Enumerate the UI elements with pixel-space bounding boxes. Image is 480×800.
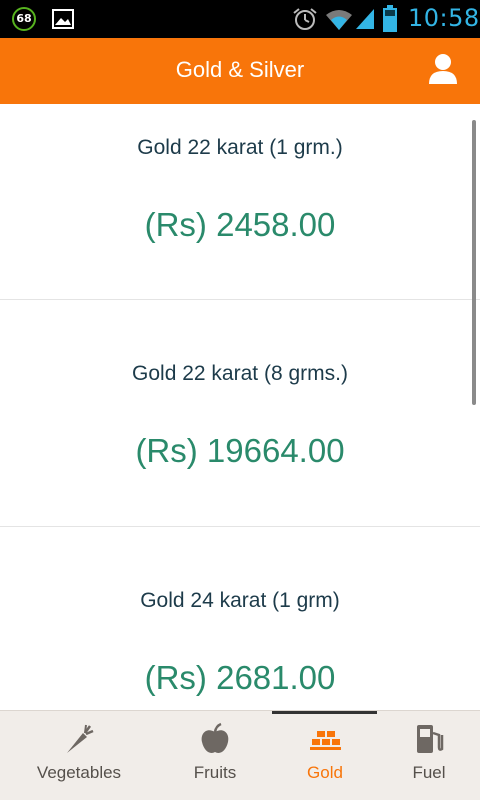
battery-level-text: 68 — [16, 12, 32, 25]
wifi-icon — [326, 10, 352, 30]
fuel-pump-icon — [417, 725, 444, 753]
price-card[interactable]: Gold 24 karat (1 grm) (Rs) 2681.00 — [0, 527, 480, 710]
battery-level-badge-icon: 68 — [12, 7, 36, 31]
app-bar: Gold & Silver — [0, 38, 480, 104]
bottom-nav: Vegetables Fruits Gold Fuel — [0, 710, 480, 800]
price-card[interactable]: Gold 22 karat (1 grm.) (Rs) 2458.00 — [0, 104, 480, 300]
item-price: (Rs) 2458.00 — [144, 206, 336, 243]
nav-label: Vegetables — [36, 763, 122, 782]
nav-item-fuel[interactable]: Fuel — [364, 711, 480, 800]
gold-bars-icon — [310, 731, 341, 750]
alarm-icon — [293, 8, 317, 30]
item-label: Gold 22 karat (1 grm.) — [137, 136, 343, 159]
item-label: Gold 24 karat (1 grm) — [140, 589, 340, 612]
image-notification-icon — [52, 9, 74, 29]
item-price: (Rs) 2681.00 — [144, 659, 336, 696]
status-bar: 68 10:58 — [0, 0, 480, 38]
scrollbar[interactable] — [472, 120, 476, 405]
price-list[interactable]: Gold 22 karat (1 grm.) (Rs) 2458.00 Gold… — [0, 104, 480, 710]
item-label: Gold 22 karat (8 grms.) — [132, 362, 348, 385]
status-time: 10:58 — [408, 4, 480, 32]
user-icon[interactable] — [426, 52, 460, 86]
signal-icon — [356, 9, 374, 29]
app-screen: 68 10:58 Gold & Silver Gold 22 karat (1 … — [0, 0, 480, 800]
price-card[interactable]: Gold 22 karat (8 grms.) (Rs) 19664.00 — [0, 300, 480, 527]
battery-icon — [383, 5, 397, 32]
item-price: (Rs) 19664.00 — [135, 432, 345, 469]
carrot-icon — [67, 724, 94, 753]
page-title: Gold & Silver — [175, 57, 305, 82]
nav-label: Fuel — [412, 763, 446, 782]
nav-item-vegetables[interactable]: Vegetables — [14, 711, 144, 800]
apple-icon — [201, 722, 229, 753]
